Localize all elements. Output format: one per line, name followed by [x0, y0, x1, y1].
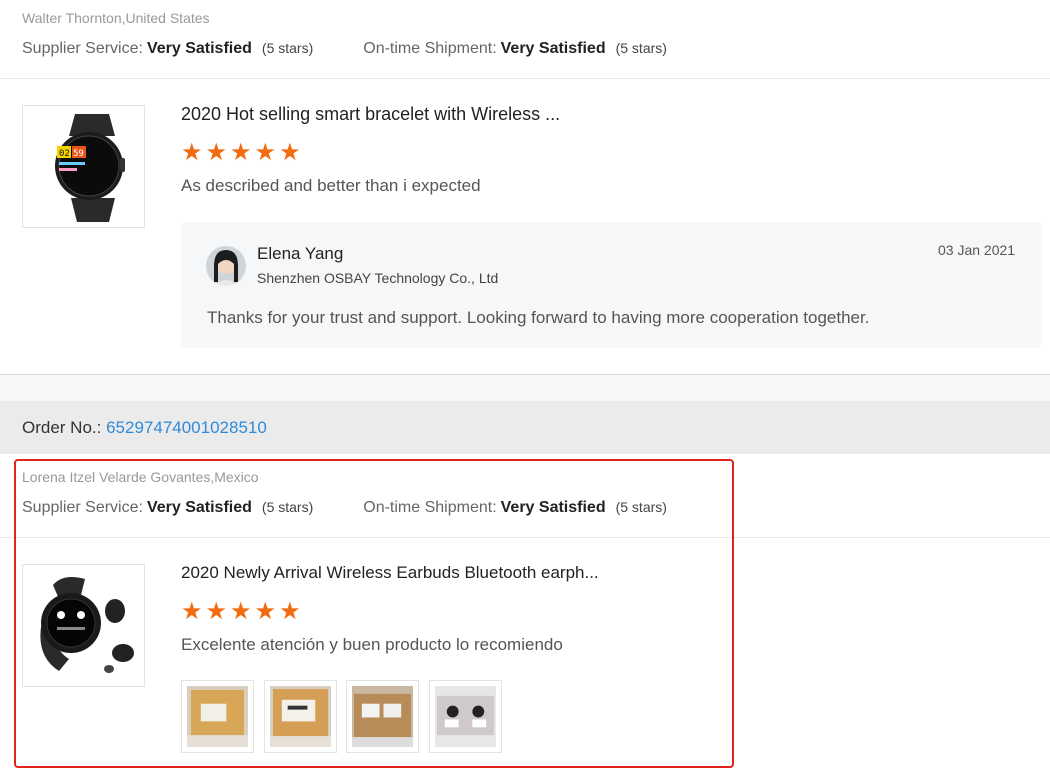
rating-stars: ★ ★ ★ ★ ★	[181, 141, 301, 165]
product-image[interactable]	[22, 564, 145, 687]
shipment-stars: (5 stars)	[615, 40, 667, 56]
divider	[0, 537, 1050, 538]
star-icon: ★	[279, 139, 301, 166]
reviewer-name: Lorena Itzel Velarde Govantes,Mexico	[22, 469, 259, 485]
shipment-value: Very Satisfied	[500, 40, 606, 57]
product-title[interactable]: 2020 Newly Arrival Wireless Earbuds Blue…	[181, 563, 599, 583]
star-icon: ★	[181, 139, 203, 166]
order-number: Order No.: 65297474001028510	[22, 418, 267, 438]
review-comment: As described and better than i expected	[181, 176, 481, 195]
shipment-value: Very Satisfied	[500, 499, 606, 516]
review-photo[interactable]	[181, 680, 254, 753]
order-label: Order No.:	[22, 418, 102, 437]
package-photo-image	[270, 686, 331, 747]
order-bar: Order No.: 65297474001028510	[0, 401, 1050, 454]
review-photo[interactable]	[429, 680, 502, 753]
review-ratings: Supplier Service: Very Satisfied (5 star…	[22, 40, 667, 58]
review-photo[interactable]	[346, 680, 419, 753]
star-icon: ★	[205, 598, 228, 625]
star-icon: ★	[230, 139, 252, 166]
package-photo-image	[187, 686, 248, 747]
star-icon: ★	[181, 598, 203, 625]
supplier-service-stars: (5 stars)	[261, 40, 314, 56]
reply-date: 03 Jan 2021	[938, 242, 1016, 258]
earbuds-photo-image	[435, 686, 496, 747]
star-icon: ★	[205, 139, 228, 166]
star-icon: ★	[279, 598, 301, 625]
star-icon: ★	[254, 598, 277, 625]
earbuds-watch-image	[40, 577, 134, 673]
supplier-service-stars: (5 stars)	[261, 499, 314, 515]
watch-hour: 02	[59, 149, 70, 159]
star-icon: ★	[254, 139, 277, 166]
reply-company: Shenzhen OSBAY Technology Co., Ltd	[257, 270, 499, 286]
smartwatch-image: 02 59	[55, 114, 125, 222]
review-photo[interactable]	[264, 680, 337, 753]
review-comment: Excelente atención y buen producto lo re…	[181, 635, 563, 654]
product-image[interactable]: 02 59	[22, 105, 145, 228]
watch-minute: 59	[73, 149, 84, 159]
order-number-link[interactable]: 65297474001028510	[106, 418, 267, 437]
shipment-label: On-time Shipment:	[363, 499, 497, 516]
product-title[interactable]: 2020 Hot selling smart bracelet with Wir…	[181, 104, 560, 125]
star-icon: ★	[230, 598, 252, 625]
supplier-service-label: Supplier Service:	[22, 499, 143, 516]
supplier-reply: Elena Yang Shenzhen OSBAY Technology Co.…	[181, 222, 1042, 348]
reviewer-name: Walter Thornton,United States	[22, 10, 210, 26]
avatar	[206, 246, 246, 286]
rating-stars: ★ ★ ★ ★ ★	[181, 600, 301, 624]
reply-author-name: Elena Yang	[257, 244, 344, 263]
supplier-service-value: Very Satisfied	[146, 40, 252, 57]
section-gap	[0, 375, 1050, 401]
open-box-photo-image	[352, 686, 413, 747]
supplier-service-label: Supplier Service:	[22, 40, 143, 57]
shipment-stars: (5 stars)	[615, 499, 667, 515]
divider	[0, 78, 1050, 79]
supplier-service-value: Very Satisfied	[146, 499, 252, 516]
reply-text: Thanks for your trust and support. Looki…	[207, 308, 870, 327]
shipment-label: On-time Shipment:	[363, 40, 497, 57]
review-ratings: Supplier Service: Very Satisfied (5 star…	[22, 499, 667, 517]
